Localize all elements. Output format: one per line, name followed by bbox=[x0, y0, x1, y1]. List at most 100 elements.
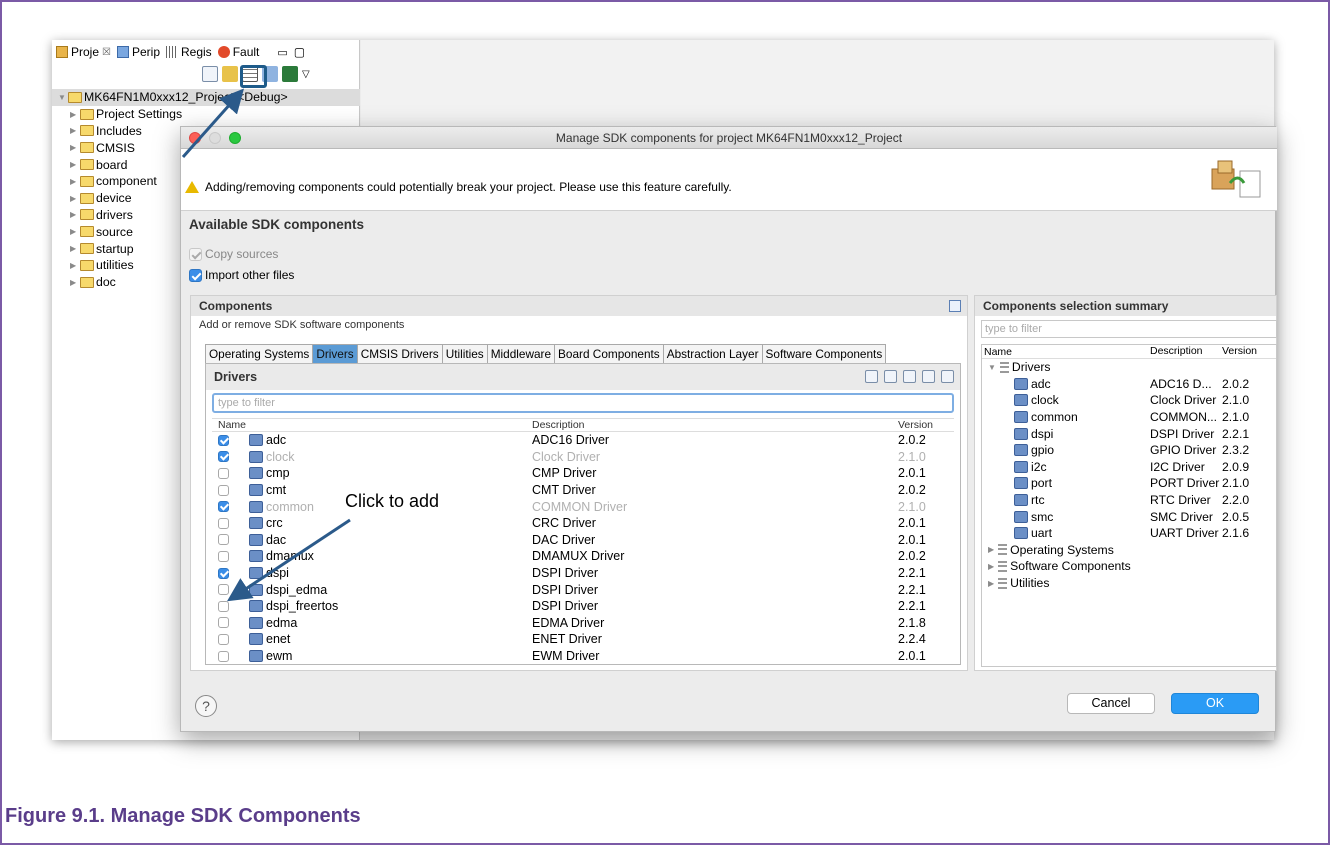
tab-operating-systems[interactable]: Operating Systems bbox=[205, 344, 314, 363]
driver-row[interactable]: ewm EWM Driver 2.0.1 bbox=[212, 648, 954, 662]
driver-checkbox[interactable] bbox=[218, 434, 229, 446]
driver-row[interactable]: adc ADC16 Driver 2.0.2 bbox=[212, 432, 954, 449]
close-window-icon[interactable] bbox=[189, 132, 201, 144]
driver-checkbox[interactable] bbox=[218, 451, 229, 463]
clear-icon[interactable] bbox=[865, 370, 878, 383]
driver-row[interactable]: clock Clock Driver 2.1.0 bbox=[212, 449, 954, 466]
driver-checkbox[interactable] bbox=[218, 501, 229, 513]
driver-checkbox[interactable] bbox=[218, 467, 229, 479]
summary-group-drivers[interactable]: ▼ Drivers bbox=[982, 359, 1276, 376]
driver-row[interactable]: dspi DSPI Driver 2.2.1 bbox=[212, 565, 954, 582]
expand-icon[interactable]: ▶ bbox=[988, 579, 994, 588]
col-description[interactable]: Description bbox=[532, 419, 898, 431]
expand-icon[interactable]: ▶ bbox=[70, 210, 80, 219]
summary-item[interactable]: clock Clock Driver 2.1.0 bbox=[982, 392, 1276, 409]
tab-cmsis-drivers[interactable]: CMSIS Drivers bbox=[356, 344, 443, 363]
sum-col-description[interactable]: Description bbox=[1150, 345, 1222, 358]
view-menu-icon[interactable]: ▽ bbox=[302, 69, 310, 80]
summary-item[interactable]: uart UART Driver 2.1.6 bbox=[982, 525, 1276, 542]
tab-drivers[interactable]: Drivers bbox=[312, 344, 358, 363]
driver-row[interactable]: crc CRC Driver 2.0.1 bbox=[212, 515, 954, 532]
summary-item[interactable]: adc ADC16 D... 2.0.2 bbox=[982, 376, 1276, 393]
tab-abstraction-layer[interactable]: Abstraction Layer bbox=[662, 344, 763, 363]
driver-checkbox[interactable] bbox=[218, 584, 229, 596]
help-button[interactable]: ? bbox=[195, 695, 217, 717]
driver-row[interactable]: edma EDMA Driver 2.1.8 bbox=[212, 615, 954, 632]
expand-icon[interactable]: ▶ bbox=[70, 177, 80, 186]
driver-checkbox[interactable] bbox=[218, 650, 229, 662]
copy-sources-option[interactable]: Copy sources bbox=[189, 247, 278, 261]
expand-icon[interactable]: ▶ bbox=[70, 143, 80, 152]
settings-icon[interactable] bbox=[903, 370, 916, 383]
cancel-button[interactable]: Cancel bbox=[1067, 693, 1155, 714]
summary-item[interactable]: i2c I2C Driver 2.0.9 bbox=[982, 459, 1276, 476]
collapse-icon[interactable] bbox=[949, 300, 961, 312]
import-other-files-option[interactable]: Import other files bbox=[189, 268, 294, 282]
expand-icon[interactable]: ▶ bbox=[70, 227, 80, 236]
driver-row[interactable]: dspi_edma DSPI Driver 2.2.1 bbox=[212, 581, 954, 598]
collapse-all-icon[interactable] bbox=[202, 66, 218, 82]
summary-group[interactable]: ▶ Operating Systems bbox=[982, 542, 1276, 559]
sum-col-name[interactable]: Name bbox=[982, 345, 1150, 358]
driver-row[interactable]: dac DAC Driver 2.0.1 bbox=[212, 532, 954, 549]
expand-all-icon[interactable] bbox=[922, 370, 935, 383]
copy-sources-checkbox[interactable] bbox=[189, 247, 202, 261]
driver-checkbox[interactable] bbox=[218, 550, 229, 562]
expand-icon[interactable]: ▶ bbox=[70, 160, 80, 169]
driver-row[interactable]: dspi_freertos DSPI Driver 2.2.1 bbox=[212, 598, 954, 615]
close-icon[interactable]: ☒ bbox=[102, 47, 111, 58]
summary-item[interactable]: dspi DSPI Driver 2.2.1 bbox=[982, 425, 1276, 442]
driver-checkbox[interactable] bbox=[218, 617, 229, 629]
drivers-filter-input[interactable]: type to filter bbox=[212, 393, 954, 413]
expand-icon[interactable]: ▶ bbox=[70, 261, 80, 270]
tree-item-project-settings[interactable]: ▶ Project Settings bbox=[52, 106, 360, 123]
summary-filter-input[interactable]: type to filter bbox=[981, 320, 1277, 338]
expand-icon[interactable]: ▶ bbox=[70, 126, 80, 135]
tree-root[interactable]: ▼ MK64FN1M0xxx12_Project <Debug> bbox=[52, 89, 360, 106]
driver-checkbox[interactable] bbox=[218, 534, 229, 546]
summary-item[interactable]: gpio GPIO Driver 2.3.2 bbox=[982, 442, 1276, 459]
tab-middleware[interactable]: Middleware bbox=[486, 344, 556, 363]
zoom-window-icon[interactable] bbox=[229, 132, 241, 144]
summary-item[interactable]: rtc RTC Driver 2.2.0 bbox=[982, 492, 1276, 509]
driver-row[interactable]: dmamux DMAMUX Driver 2.0.2 bbox=[212, 548, 954, 565]
driver-checkbox[interactable] bbox=[218, 517, 229, 529]
summary-item[interactable]: port PORT Driver 2.1.0 bbox=[982, 475, 1276, 492]
driver-checkbox[interactable] bbox=[218, 484, 229, 496]
tab-project-explorer[interactable]: Proje ☒ bbox=[56, 45, 111, 59]
expand-icon[interactable]: ▶ bbox=[988, 545, 994, 554]
tab-utilities[interactable]: Utilities bbox=[441, 344, 488, 363]
ok-button[interactable]: OK bbox=[1171, 693, 1259, 714]
check-all-icon[interactable] bbox=[884, 370, 897, 383]
driver-checkbox[interactable] bbox=[218, 600, 229, 612]
expand-icon[interactable]: ▶ bbox=[70, 244, 80, 253]
excel-icon[interactable] bbox=[282, 66, 298, 82]
driver-row[interactable]: enet ENET Driver 2.2.4 bbox=[212, 631, 954, 648]
expand-icon[interactable]: ▼ bbox=[58, 93, 68, 102]
tab-board-components[interactable]: Board Components bbox=[554, 344, 664, 363]
summary-item[interactable]: common COMMON... 2.1.0 bbox=[982, 409, 1276, 426]
summary-group[interactable]: ▶ Utilities bbox=[982, 575, 1276, 592]
collapse-all-icon[interactable] bbox=[941, 370, 954, 383]
expand-icon[interactable]: ▼ bbox=[988, 363, 996, 372]
driver-checkbox[interactable] bbox=[218, 633, 229, 645]
col-name[interactable]: Name bbox=[212, 419, 532, 431]
tab-registers[interactable]: Regis bbox=[166, 45, 212, 59]
summary-group[interactable]: ▶ Software Components bbox=[982, 558, 1276, 575]
tab-fault[interactable]: Fault bbox=[217, 45, 259, 59]
expand-icon[interactable]: ▶ bbox=[70, 278, 80, 287]
driver-row[interactable]: cmt CMT Driver 2.0.2 bbox=[212, 482, 954, 499]
tab-software-components[interactable]: Software Components bbox=[761, 344, 887, 363]
expand-icon[interactable]: ▶ bbox=[70, 110, 80, 119]
link-editor-icon[interactable] bbox=[222, 66, 238, 82]
expand-icon[interactable]: ▶ bbox=[70, 194, 80, 203]
summary-item[interactable]: smc SMC Driver 2.0.5 bbox=[982, 508, 1276, 525]
minimize-window-icon[interactable] bbox=[209, 132, 221, 144]
maximize-icon[interactable]: ▢ bbox=[294, 45, 305, 59]
sum-col-version[interactable]: Version bbox=[1222, 345, 1272, 358]
expand-icon[interactable]: ▶ bbox=[988, 562, 994, 571]
driver-row[interactable]: common COMMON Driver 2.1.0 bbox=[212, 498, 954, 515]
tab-peripherals[interactable]: Perip bbox=[116, 45, 160, 59]
import-other-files-checkbox[interactable] bbox=[189, 268, 202, 282]
driver-row[interactable]: cmp CMP Driver 2.0.1 bbox=[212, 465, 954, 482]
